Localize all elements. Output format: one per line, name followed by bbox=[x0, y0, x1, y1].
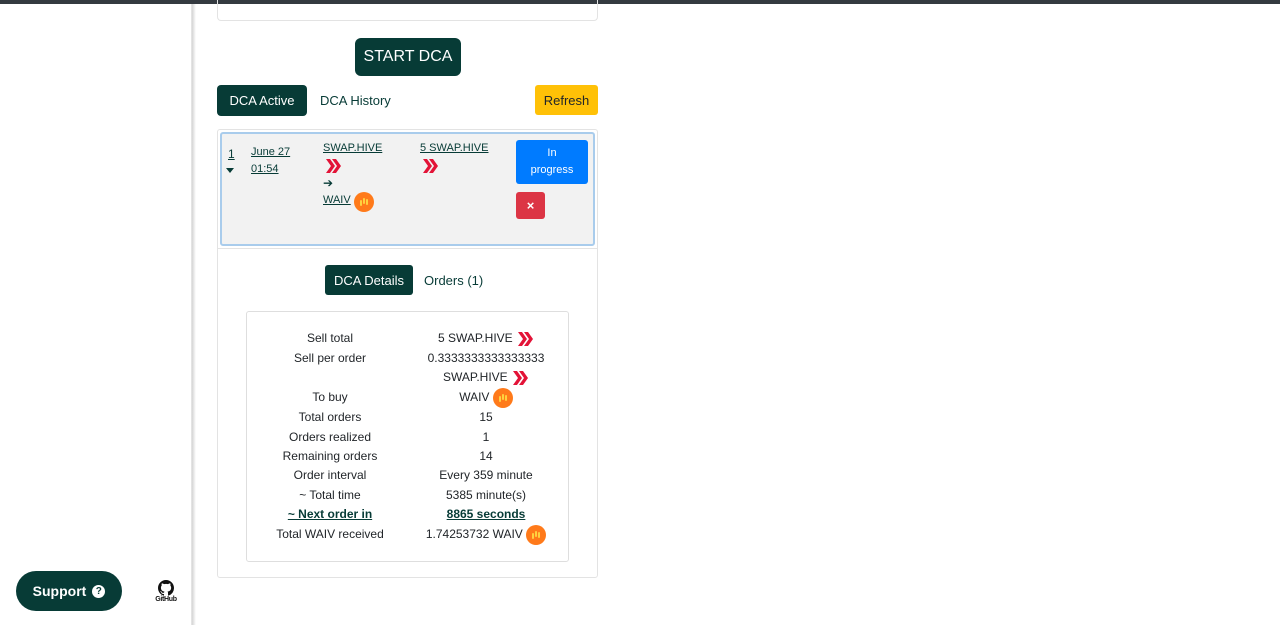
status-line-1: In bbox=[547, 147, 557, 159]
total-time-value: 5385 minute(s) bbox=[445, 488, 527, 502]
orders-realized-label: Orders realized bbox=[288, 430, 372, 444]
hive-icon bbox=[513, 371, 529, 385]
remaining-orders-value: 14 bbox=[479, 449, 493, 463]
from-token-link[interactable]: SWAP.HIVE bbox=[323, 142, 382, 154]
support-button[interactable]: Support ? bbox=[16, 571, 122, 611]
sell-total-text: 5 SWAP.HIVE bbox=[437, 331, 513, 346]
tab-dca-active[interactable]: DCA Active bbox=[217, 85, 307, 116]
remaining-orders-label: Remaining orders bbox=[282, 449, 378, 463]
status-button[interactable]: In progress bbox=[516, 140, 588, 184]
total-orders-label: Total orders bbox=[298, 410, 362, 424]
next-order-label[interactable]: ~ Next order in bbox=[245, 507, 415, 521]
total-time-label: ~ Total time bbox=[299, 488, 361, 502]
waiv-icon bbox=[526, 525, 547, 545]
dca-date-link[interactable]: June 27 bbox=[251, 146, 290, 158]
sell-per-order-value: 0.3333333333333333 bbox=[427, 351, 545, 365]
dca-index-link[interactable]: 1 bbox=[228, 147, 235, 161]
to-buy-text: WAIV bbox=[459, 390, 490, 405]
hive-icon bbox=[326, 159, 341, 173]
amount-link[interactable]: 5 SWAP.HIVE bbox=[420, 142, 488, 154]
total-orders-value: 15 bbox=[479, 410, 493, 424]
orders-realized-value: 1 bbox=[482, 430, 490, 444]
divider bbox=[217, 248, 598, 249]
total-received-value: 1.74253732 WAIV bbox=[401, 525, 571, 545]
support-label: Support bbox=[32, 583, 87, 599]
next-order-value[interactable]: 8865 seconds bbox=[401, 507, 571, 521]
form-card-bottom bbox=[217, 0, 598, 21]
status-line-2: progress bbox=[530, 164, 574, 176]
cancel-dca-button[interactable]: × bbox=[516, 192, 545, 219]
waiv-icon bbox=[492, 388, 513, 408]
github-icon bbox=[158, 580, 174, 596]
hive-icon bbox=[423, 159, 438, 173]
start-dca-button[interactable]: START DCA bbox=[355, 38, 461, 76]
sidebar bbox=[0, 4, 192, 625]
sell-total-label: Sell total bbox=[306, 331, 354, 345]
tab-dca-history[interactable]: DCA History bbox=[320, 85, 391, 116]
to-buy-value: WAIV bbox=[401, 388, 571, 408]
total-received-label: Total WAIV received bbox=[276, 527, 384, 541]
total-received-text: 1.74253732 WAIV bbox=[425, 527, 523, 542]
close-icon: × bbox=[526, 198, 535, 213]
github-link[interactable]: GitHub bbox=[152, 580, 180, 603]
to-buy-label: To buy bbox=[312, 390, 348, 404]
refresh-button[interactable]: Refresh bbox=[535, 85, 598, 115]
tab-orders[interactable]: Orders (1) bbox=[424, 265, 483, 295]
sell-per-order-unit-text: SWAP.HIVE bbox=[442, 370, 508, 385]
github-label: GitHub bbox=[155, 596, 177, 603]
order-interval-value: Every 359 minute bbox=[439, 468, 533, 482]
question-circle-icon: ? bbox=[92, 584, 106, 598]
tab-dca-details[interactable]: DCA Details bbox=[325, 265, 413, 295]
dca-time-link[interactable]: 01:54 bbox=[251, 163, 279, 175]
sidebar-shadow bbox=[192, 4, 196, 625]
to-token-link[interactable]: WAIV bbox=[323, 194, 351, 206]
hive-icon bbox=[518, 332, 534, 346]
sell-per-order-unit: SWAP.HIVE bbox=[401, 370, 571, 386]
arrow-right-icon: ➔ bbox=[323, 176, 334, 190]
sell-total-value: 5 SWAP.HIVE bbox=[401, 331, 571, 347]
chevron-down-icon[interactable] bbox=[226, 168, 234, 173]
sell-per-order-label: Sell per order bbox=[293, 351, 367, 365]
order-interval-label: Order interval bbox=[293, 468, 367, 482]
waiv-icon bbox=[354, 192, 374, 212]
